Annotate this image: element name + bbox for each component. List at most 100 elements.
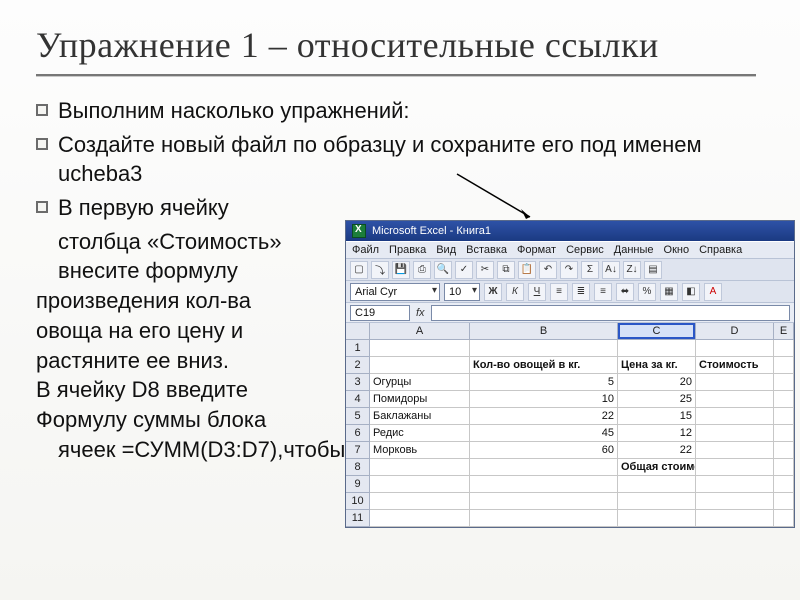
col-header-c[interactable]: C xyxy=(618,323,696,340)
align-left-icon[interactable]: ≡ xyxy=(550,283,568,301)
menu-view[interactable]: Вид xyxy=(436,244,456,256)
cell[interactable] xyxy=(370,357,470,374)
cell[interactable]: Помидоры xyxy=(370,391,470,408)
cell[interactable] xyxy=(618,510,696,527)
cell[interactable] xyxy=(696,408,774,425)
row-header[interactable]: 2 xyxy=(346,357,370,374)
cell[interactable] xyxy=(370,493,470,510)
row-header[interactable]: 9 xyxy=(346,476,370,493)
align-center-icon[interactable]: ≣ xyxy=(572,283,590,301)
menu-format[interactable]: Формат xyxy=(517,244,556,256)
save-icon[interactable]: 💾 xyxy=(392,261,410,279)
cell[interactable] xyxy=(618,476,696,493)
row-header[interactable]: 8 xyxy=(346,459,370,476)
cell[interactable]: 60 xyxy=(470,442,618,459)
underline-icon[interactable]: Ч xyxy=(528,283,546,301)
cell[interactable]: 45 xyxy=(470,425,618,442)
cell[interactable] xyxy=(696,340,774,357)
col-header-b[interactable]: B xyxy=(470,323,618,340)
cell[interactable] xyxy=(370,476,470,493)
print-icon[interactable]: ⎙ xyxy=(413,261,431,279)
menu-insert[interactable]: Вставка xyxy=(466,244,507,256)
cell[interactable] xyxy=(774,493,794,510)
cell[interactable] xyxy=(774,374,794,391)
font-name-combo[interactable]: Arial Cyr xyxy=(350,283,440,301)
font-color-icon[interactable]: A xyxy=(704,283,722,301)
cell[interactable]: Морковь xyxy=(370,442,470,459)
cell[interactable]: Редис xyxy=(370,425,470,442)
row-header[interactable]: 1 xyxy=(346,340,370,357)
row-header[interactable]: 4 xyxy=(346,391,370,408)
cell[interactable] xyxy=(696,510,774,527)
cell[interactable] xyxy=(470,459,618,476)
cell[interactable]: 22 xyxy=(618,442,696,459)
spell-icon[interactable]: ✓ xyxy=(455,261,473,279)
cell[interactable] xyxy=(618,340,696,357)
cell[interactable]: Баклажаны xyxy=(370,408,470,425)
cell[interactable] xyxy=(774,442,794,459)
cell[interactable] xyxy=(696,425,774,442)
cell[interactable]: 25 xyxy=(618,391,696,408)
row-header[interactable]: 3 xyxy=(346,374,370,391)
preview-icon[interactable]: 🔍 xyxy=(434,261,452,279)
row-header[interactable]: 6 xyxy=(346,425,370,442)
cut-icon[interactable]: ✂ xyxy=(476,261,494,279)
open-icon[interactable]: ⤵ xyxy=(371,261,389,279)
cell[interactable] xyxy=(370,510,470,527)
redo-icon[interactable]: ↷ xyxy=(560,261,578,279)
copy-icon[interactable]: ⧉ xyxy=(497,261,515,279)
cell[interactable]: 10 xyxy=(470,391,618,408)
row-header[interactable]: 5 xyxy=(346,408,370,425)
cell[interactable] xyxy=(470,493,618,510)
menu-data[interactable]: Данные xyxy=(614,244,654,256)
cell[interactable]: Общая стоимость xyxy=(618,459,696,476)
paste-icon[interactable]: 📋 xyxy=(518,261,536,279)
name-box[interactable]: C19 xyxy=(350,305,410,321)
cell[interactable] xyxy=(470,510,618,527)
select-all-corner[interactable] xyxy=(346,323,370,340)
chart-icon[interactable]: ▤ xyxy=(644,261,662,279)
row-header[interactable]: 7 xyxy=(346,442,370,459)
sort-asc-icon[interactable]: A↓ xyxy=(602,261,620,279)
cell[interactable]: Цена за кг. xyxy=(618,357,696,374)
cell[interactable] xyxy=(696,374,774,391)
menu-edit[interactable]: Правка xyxy=(389,244,426,256)
col-header-a[interactable]: A xyxy=(370,323,470,340)
new-icon[interactable]: ▢ xyxy=(350,261,368,279)
col-header-d[interactable]: D xyxy=(696,323,774,340)
cell[interactable] xyxy=(696,493,774,510)
cell[interactable] xyxy=(696,476,774,493)
cell[interactable] xyxy=(470,476,618,493)
align-right-icon[interactable]: ≡ xyxy=(594,283,612,301)
cell[interactable]: 12 xyxy=(618,425,696,442)
formula-input[interactable] xyxy=(431,305,790,321)
fill-color-icon[interactable]: ◧ xyxy=(682,283,700,301)
undo-icon[interactable]: ↶ xyxy=(539,261,557,279)
sort-desc-icon[interactable]: Z↓ xyxy=(623,261,641,279)
excel-grid[interactable]: A B C D E 12 Кол-во овощей в кг.Цена за к… xyxy=(346,323,794,527)
cell[interactable]: Кол-во овощей в кг. xyxy=(470,357,618,374)
cell[interactable] xyxy=(774,340,794,357)
cell[interactable] xyxy=(696,442,774,459)
cell[interactable] xyxy=(370,340,470,357)
row-header[interactable]: 10 xyxy=(346,493,370,510)
sum-icon[interactable]: Σ xyxy=(581,261,599,279)
cell[interactable] xyxy=(774,476,794,493)
cell[interactable] xyxy=(774,391,794,408)
cell[interactable] xyxy=(370,459,470,476)
fx-icon[interactable]: fx xyxy=(416,307,425,319)
cell[interactable]: 5 xyxy=(470,374,618,391)
cell[interactable] xyxy=(774,408,794,425)
cell[interactable]: 22 xyxy=(470,408,618,425)
cell[interactable]: 15 xyxy=(618,408,696,425)
cell[interactable] xyxy=(774,510,794,527)
cell[interactable]: 20 xyxy=(618,374,696,391)
row-header[interactable]: 11 xyxy=(346,510,370,527)
cell[interactable] xyxy=(470,340,618,357)
col-header-e[interactable]: E xyxy=(774,323,794,340)
font-size-combo[interactable]: 10 xyxy=(444,283,480,301)
menu-help[interactable]: Справка xyxy=(699,244,742,256)
cell[interactable] xyxy=(774,357,794,374)
currency-icon[interactable]: % xyxy=(638,283,656,301)
cell[interactable] xyxy=(774,425,794,442)
